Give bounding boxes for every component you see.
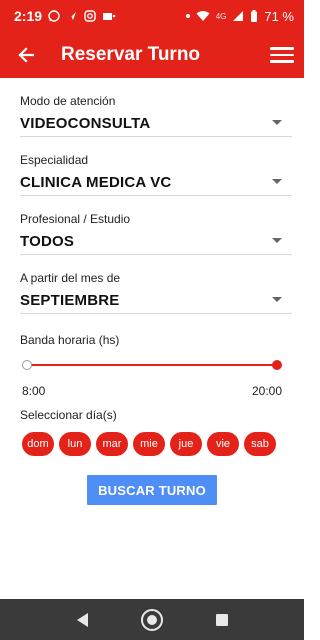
day-chip-dom[interactable]: dom — [22, 432, 54, 456]
mes-select[interactable]: A partir del mes de SEPTIEMBRE — [20, 255, 292, 314]
status-bar: 2:19 4G 71 % — [0, 0, 304, 32]
banda-horaria-slider[interactable] — [22, 358, 282, 372]
modo-atencion-select[interactable]: Modo de atención VIDEOCONSULTA — [20, 78, 292, 137]
notification-dot-icon — [185, 14, 190, 18]
dropdown-arrow-icon — [272, 120, 282, 125]
slider-track — [26, 364, 278, 366]
mes-label: A partir del mes de — [20, 271, 121, 285]
system-nav-bar — [0, 599, 304, 640]
nav-back-icon[interactable] — [76, 612, 88, 627]
status-time: 2:19 — [14, 8, 43, 24]
network-type: 4G — [215, 11, 227, 21]
wifi-icon — [196, 11, 210, 21]
signal-icon — [233, 11, 244, 21]
seleccionar-dias-label: Seleccionar día(s) — [20, 408, 117, 422]
modo-atencion-value: VIDEOCONSULTA — [20, 115, 151, 132]
arrow-left-icon — [18, 47, 35, 63]
instagram-icon — [84, 10, 96, 22]
day-chip-vie[interactable]: vie — [207, 432, 239, 456]
dropdown-arrow-icon — [272, 238, 282, 243]
profesional-label: Profesional / Estudio — [20, 212, 131, 226]
form: Modo de atención VIDEOCONSULTA Especiali… — [20, 78, 292, 314]
modo-atencion-label: Modo de atención — [20, 94, 116, 108]
buscar-turno-button[interactable]: BUSCAR TURNO — [87, 475, 217, 505]
banda-horaria-label: Banda horaria (hs) — [20, 333, 120, 347]
nav-recents-icon[interactable] — [215, 613, 228, 626]
banda-start-value: 8:00 — [22, 384, 46, 398]
battery-icon — [251, 10, 258, 22]
day-chips: dom lun mar mie jue vie sab — [22, 432, 276, 456]
slider-end-handle[interactable] — [272, 360, 282, 370]
day-chip-mar[interactable]: mar — [96, 432, 128, 456]
mes-value: SEPTIEMBRE — [20, 292, 120, 309]
app-bar: Reservar Turno — [0, 32, 304, 78]
day-chip-sab[interactable]: sab — [244, 432, 276, 456]
profesional-value: TODOS — [20, 233, 75, 250]
whatsapp-icon — [48, 10, 60, 22]
dropdown-arrow-icon — [272, 297, 282, 302]
banda-end-value: 20:00 — [251, 384, 282, 398]
especialidad-select[interactable]: Especialidad CLINICA MEDICA VC — [20, 137, 292, 196]
slider-start-handle[interactable] — [22, 360, 32, 370]
hamburger-menu-icon[interactable] — [270, 43, 294, 67]
day-chip-lun[interactable]: lun — [59, 432, 91, 456]
day-chip-jue[interactable]: jue — [170, 432, 202, 456]
profesional-select[interactable]: Profesional / Estudio TODOS — [20, 196, 292, 255]
vpn-icon — [103, 13, 116, 20]
dropdown-arrow-icon — [272, 179, 282, 184]
back-button[interactable] — [0, 32, 52, 78]
page-title: Reservar Turno — [61, 44, 201, 65]
navigation-icon — [68, 12, 77, 20]
day-chip-mie[interactable]: mie — [133, 432, 165, 456]
especialidad-value: CLINICA MEDICA VC — [20, 174, 172, 191]
nav-home-icon[interactable] — [140, 608, 163, 631]
especialidad-label: Especialidad — [20, 153, 89, 167]
battery-percent: 71 % — [264, 8, 294, 24]
